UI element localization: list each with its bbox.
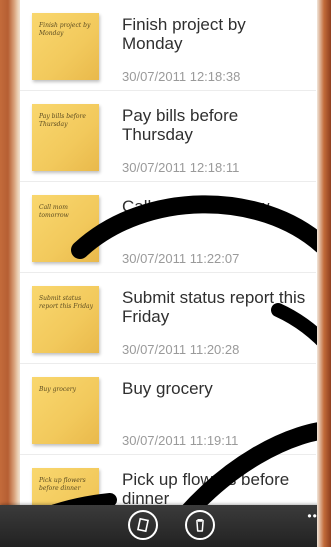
note-row[interactable]: Finish project by Monday Finish project …: [20, 0, 316, 91]
note-thumbnail-text: Finish project by Monday: [39, 22, 91, 37]
note-thumbnail: Buy grocery: [32, 377, 99, 444]
note-row[interactable]: Submit status report this Friday Submit …: [20, 273, 316, 364]
new-note-button[interactable]: [128, 510, 158, 540]
note-date: 30/07/2011 12:18:38: [122, 69, 241, 84]
note-thumbnail: Finish project by Monday: [32, 13, 99, 80]
note-thumbnail-text: Call mom tomorrow: [39, 204, 69, 219]
note-date: 30/07/2011 11:22:07: [122, 251, 240, 266]
note-title: Finish project by Monday: [122, 15, 246, 53]
note-icon: [136, 517, 150, 533]
delete-button[interactable]: [185, 510, 215, 540]
note-title: Pay bills before Thursday: [122, 106, 239, 144]
note-row[interactable]: Buy grocery Buy grocery 30/07/2011 11:19…: [20, 364, 316, 455]
app-bar: •••: [0, 505, 331, 547]
note-thumbnail: Pick up flowers before dinner: [32, 468, 99, 505]
note-date: 30/07/2011 11:19:11: [122, 433, 239, 448]
more-options-button[interactable]: •••: [307, 509, 323, 523]
notes-list[interactable]: Finish project by Monday Finish project …: [20, 0, 316, 505]
note-row[interactable]: Call mom tomorrow Call mom tomorrow 30/0…: [20, 182, 316, 273]
note-thumbnail-text: Buy grocery: [39, 386, 77, 393]
note-title: Buy grocery: [122, 379, 213, 398]
note-title: Call mom tomorrow: [122, 197, 270, 216]
delete-icon: [196, 519, 204, 532]
note-date: 30/07/2011 12:18:11: [122, 160, 240, 175]
note-thumbnail: Submit status report this Friday: [32, 286, 99, 353]
note-title: Pick up flowers before dinner: [122, 470, 290, 505]
note-row[interactable]: Pay bills before Thursday Pay bills befo…: [20, 91, 316, 182]
note-thumbnail-text: Submit status report this Friday: [39, 295, 93, 310]
note-title: Submit status report this Friday: [122, 288, 306, 326]
note-thumbnail-text: Pay bills before Thursday: [39, 113, 86, 128]
note-thumbnail: Call mom tomorrow: [32, 195, 99, 262]
note-thumbnail-text: Pick up flowers before dinner: [39, 477, 86, 492]
note-thumbnail: Pay bills before Thursday: [32, 104, 99, 171]
phone-screen: Finish project by Monday Finish project …: [0, 0, 331, 547]
note-date: 30/07/2011 11:20:28: [122, 342, 240, 357]
note-row[interactable]: Pick up flowers before dinner Pick up fl…: [20, 455, 316, 505]
